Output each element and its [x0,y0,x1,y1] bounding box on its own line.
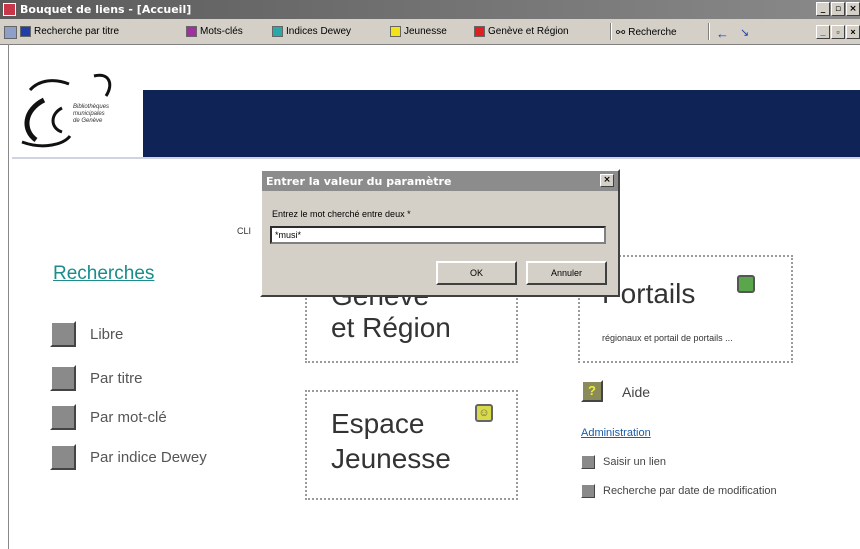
doc-close-button[interactable]: × [846,25,860,39]
toolbar-label: Recherche [628,27,677,38]
document-controls: _ ▫ × [816,25,860,39]
square-button-icon[interactable] [50,444,76,470]
search-term-input[interactable]: *musi* [270,226,606,244]
toolbar-mots-cles[interactable]: Mots-clés [186,26,243,37]
jeunesse-title-line1: Espace [331,408,425,439]
admin-link-label: Recherche par date de modification [603,485,777,497]
small-square-button-icon[interactable] [581,484,595,498]
toolbar-jeunesse[interactable]: Jeunesse [390,26,447,37]
smiley-icon[interactable]: ☺ [475,404,493,422]
dialog-title-bar[interactable]: Entrer la valeur du paramètre × [262,171,618,191]
binoculars-icon: ⚯ [616,27,626,39]
admin-saisir-lien[interactable]: Saisir un lien [581,455,666,469]
dialog-close-button[interactable]: × [600,174,614,187]
toolbar-label: Jeunesse [404,26,447,37]
back-button[interactable]: ← [716,26,729,41]
link-label: Par titre [90,369,143,387]
app-icon [3,3,16,16]
square-button-icon[interactable] [50,365,76,391]
toolbar-recherche-titre[interactable]: Recherche par titre [20,26,119,37]
parameter-dialog: Entrer la valeur du paramètre × Entrez l… [260,169,620,297]
window-title: Bouquet de liens - [Accueil] [20,3,192,16]
jeunesse-title-line2: Jeunesse [331,443,451,474]
minimize-button[interactable]: _ [816,2,830,16]
toolbar-indices-dewey[interactable]: Indices Dewey [272,26,351,37]
cancel-button[interactable]: Annuler [526,261,607,285]
dialog-title: Entrer la valeur du paramètre [266,175,452,188]
close-button[interactable]: × [846,2,860,16]
left-border [8,44,9,549]
link-label: Libre [90,325,124,343]
admin-link-label: Saisir un lien [603,456,666,468]
dialog-prompt: Entrez le mot cherché entre deux * [272,209,411,219]
purple-square-icon [186,26,197,37]
clipped-label: CLI [237,226,252,236]
doc-minimize-button[interactable]: _ [816,25,830,39]
window-controls: _ ▫ × [816,2,860,16]
globe-icon[interactable] [737,275,755,293]
square-button-icon[interactable] [50,321,76,347]
link-label: Par indice Dewey [90,448,207,466]
teal-square-icon [272,26,283,37]
logo-text: Bibliothèques municipales de Genève [73,104,110,124]
toolbar-geneve-region[interactable]: Genève et Région [474,26,569,37]
header-banner [143,90,860,157]
search-libre-link[interactable]: Libre [50,321,123,347]
header-underline [12,157,860,159]
small-square-button-icon[interactable] [581,455,595,469]
doc-restore-button[interactable]: ▫ [831,25,845,39]
administration-link[interactable]: Administration [581,427,651,439]
geneve-title-line2: et Région [331,312,451,343]
help-question-icon[interactable]: ? [581,380,603,402]
red-square-icon [474,26,485,37]
toolbar: Recherche par titre Mots-clés Indices De… [0,19,860,45]
toolbar-label: Mots-clés [200,26,243,37]
toolbar-label: Genève et Région [488,26,569,37]
pointer-tool-icon: ↘ [740,27,750,39]
aide-label[interactable]: Aide [622,384,650,400]
portails-description: régionaux et portail de portails ... [602,333,733,343]
search-titre-link[interactable]: Par titre [50,365,143,391]
search-dewey-link[interactable]: Par indice Dewey [50,444,207,470]
recherches-heading[interactable]: Recherches [53,263,154,285]
search-motcle-link[interactable]: Par mot-clé [50,404,167,430]
back-arrow-icon: ← [716,26,729,41]
ok-button[interactable]: OK [436,261,517,285]
yellow-square-icon [390,26,401,37]
tool-button[interactable]: ↘ [740,26,749,39]
toolbar-label: Recherche par titre [34,26,120,37]
blue-square-icon [20,26,31,37]
square-button-icon[interactable] [50,404,76,430]
window-title-bar: Bouquet de liens - [Accueil] _ ▫ × [0,0,860,19]
link-label: Par mot-clé [90,408,167,426]
toolbar-search-button[interactable]: ⚯ Recherche [616,26,677,39]
toolbar-label: Indices Dewey [286,26,352,37]
toolbar-app-icon[interactable] [4,26,20,39]
admin-recherche-date[interactable]: Recherche par date de modification [581,484,777,498]
maximize-button[interactable]: ▫ [831,2,845,16]
